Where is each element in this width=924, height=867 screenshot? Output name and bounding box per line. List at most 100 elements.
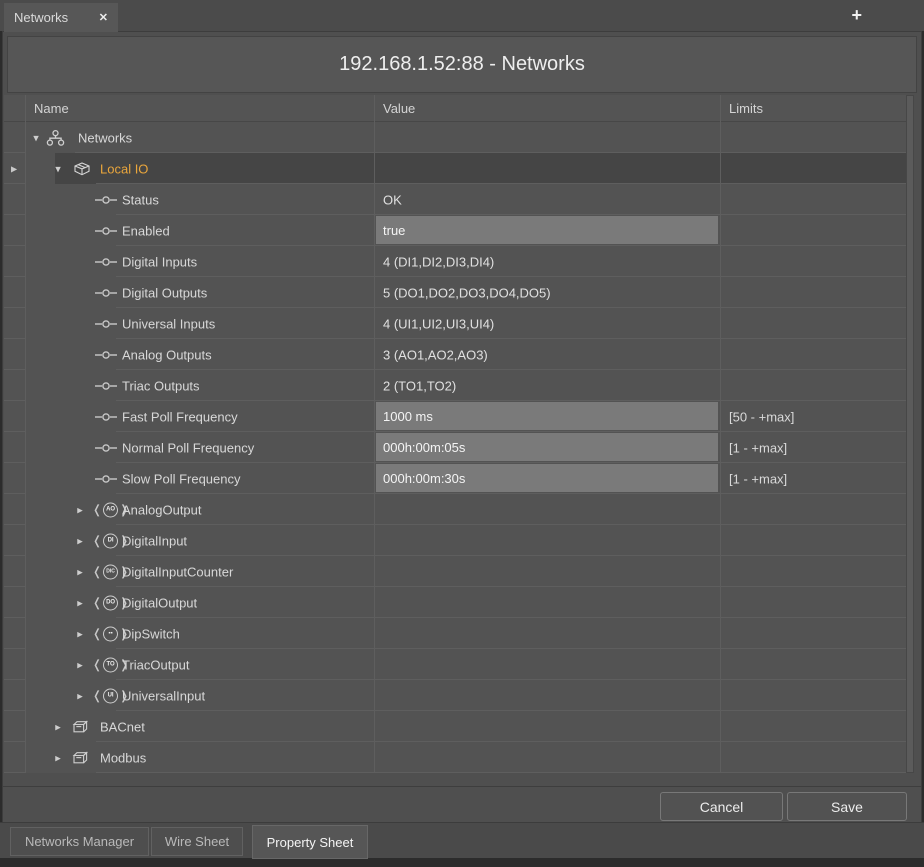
property-icon [94,318,118,329]
row-label: Modbus [100,750,146,765]
value-cell: 000h:00m:30s [375,463,721,494]
tree-row[interactable]: ▸❬DIC❭DigitalInputCounter [4,556,906,587]
limits-cell [721,184,906,215]
top-tab-bar: Networks ✕ + [0,0,924,31]
row-label: Analog Outputs [122,347,212,362]
name-cell: Fast Poll Frequency [26,401,375,432]
scrollbar-thumb[interactable] [907,96,913,772]
row-label: TriacOutput [122,657,189,672]
chevron-right-icon[interactable]: ▸ [74,534,86,547]
row-gutter [4,215,26,246]
chevron-right-icon[interactable]: ▸ [52,751,64,764]
property-icon [94,380,118,391]
table-header: Name Value Limits [4,95,906,122]
limits-cell [721,308,906,339]
close-icon[interactable]: ✕ [99,11,108,24]
row-gutter [4,184,26,215]
name-cell: Universal Inputs [26,308,375,339]
chevron-down-icon[interactable]: ▾ [30,131,42,144]
limits-cell [721,587,906,618]
limits-cell [721,277,906,308]
value-field[interactable]: 1000 ms [376,402,718,430]
limits-text: [1 - +max] [729,471,787,486]
row-label: Digital Outputs [122,285,207,300]
row-label: Networks [78,130,132,145]
value-field[interactable]: 000h:00m:30s [376,464,718,492]
chevron-right-icon[interactable]: ▸ [74,689,86,702]
tree-row[interactable]: Universal Inputs4 (UI1,UI2,UI3,UI4) [4,308,906,339]
column-header-value[interactable]: Value [375,95,721,122]
tree-row[interactable]: ▸❬TO❭TriacOutput [4,649,906,680]
name-cell: ▸❬DI❭DigitalInput [26,525,375,556]
tree-row[interactable]: ▸❬UI❭UniversalInput [4,680,906,711]
tab-networks-manager[interactable]: Networks Manager [10,827,149,856]
chevron-right-icon[interactable]: ▸ [74,596,86,609]
chevron-right-icon[interactable]: ▸ [74,627,86,640]
value-cell [375,587,721,618]
value-cell: 5 (DO1,DO2,DO3,DO4,DO5) [375,277,721,308]
limits-cell [721,649,906,680]
chevron-right-icon[interactable]: ▸ [74,565,86,578]
row-label: DigitalInputCounter [122,564,233,579]
tree-row[interactable]: ▸❬DI❭DigitalInput [4,525,906,556]
value-cell [375,618,721,649]
row-gutter [4,618,26,649]
tree-row[interactable]: Digital Inputs4 (DI1,DI2,DI3,DI4) [4,246,906,277]
limits-text: [50 - +max] [729,409,794,424]
row-label: Normal Poll Frequency [122,440,254,455]
tree-row[interactable]: ▸BACnet [4,711,906,742]
name-cell: Enabled [26,215,375,246]
value-field[interactable]: true [376,216,718,244]
save-button[interactable]: Save [787,792,907,821]
tree-row[interactable]: Analog Outputs 3 (AO1,AO2,AO3) [4,339,906,370]
name-cell: ▸ Modbus [26,742,375,773]
chevron-right-icon[interactable]: ▸ [74,503,86,516]
name-cell: Normal Poll Frequency [26,432,375,463]
name-cell: ▸❬AO❭AnalogOutput [26,494,375,525]
chevron-right-icon[interactable]: ▸ [52,720,64,733]
row-label: DigitalInput [122,533,187,548]
tree-row[interactable]: ▸❬DO❭DigitalOutput [4,587,906,618]
tree-row[interactable]: ▶▾Local IO [4,153,906,184]
value-field[interactable]: 000h:00m:05s [376,433,718,461]
row-gutter [4,463,26,494]
vertical-scrollbar[interactable] [906,95,914,773]
row-label: DigitalOutput [122,595,197,610]
new-tab-icon[interactable]: + [851,4,862,26]
property-icon [94,442,118,453]
tree-row[interactable]: ▸❬AO❭AnalogOutput [4,494,906,525]
row-label: Enabled [122,223,170,238]
row-separator [96,772,374,773]
row-gutter [4,742,26,773]
tab-networks[interactable]: Networks ✕ [4,3,118,32]
value-cell: 3 (AO1,AO2,AO3) [375,339,721,370]
value-cell [375,711,721,742]
row-gutter [4,401,26,432]
tab-property-sheet[interactable]: Property Sheet [252,825,368,859]
column-header-name[interactable]: Name [26,95,375,122]
name-cell: ▾ Networks [26,122,375,153]
tree-row[interactable]: ▸ Modbus [4,742,906,773]
tree-row[interactable]: Normal Poll Frequency000h:00m:05s[1 - +m… [4,432,906,463]
row-label: Universal Inputs [122,316,215,331]
tree-row[interactable]: ▸❬▪▪❭DipSwitch [4,618,906,649]
limits-cell: [1 - +max] [721,463,906,494]
current-row-marker-icon: ▶ [11,164,17,173]
row-gutter [4,556,26,587]
footer-divider [3,786,921,787]
cancel-button[interactable]: Cancel [660,792,783,821]
tree-row[interactable]: Enabled true [4,215,906,246]
value-cell [375,556,721,587]
tree-table-body: ▾Networks▶▾Local IOStatusOKEnabledtrueDi… [4,122,906,773]
tree-row[interactable]: Triac Outputs2 (TO1,TO2) [4,370,906,401]
chevron-down-icon[interactable]: ▾ [52,162,64,175]
tree-row[interactable]: Fast Poll Frequency1000 ms [50 - +max] [4,401,906,432]
tree-row[interactable]: Digital Outputs 5 (DO1,DO2,DO3,DO4,DO5) [4,277,906,308]
tree-row[interactable]: Slow Poll Frequency000h:00m:30s[1 - +max… [4,463,906,494]
tree-row[interactable]: StatusOK [4,184,906,215]
tab-wire-sheet[interactable]: Wire Sheet [151,827,243,856]
tree-row[interactable]: ▾ Networks [4,122,906,153]
value-cell: true [375,215,721,246]
column-header-limits[interactable]: Limits [721,95,906,122]
chevron-right-icon[interactable]: ▸ [74,658,86,671]
